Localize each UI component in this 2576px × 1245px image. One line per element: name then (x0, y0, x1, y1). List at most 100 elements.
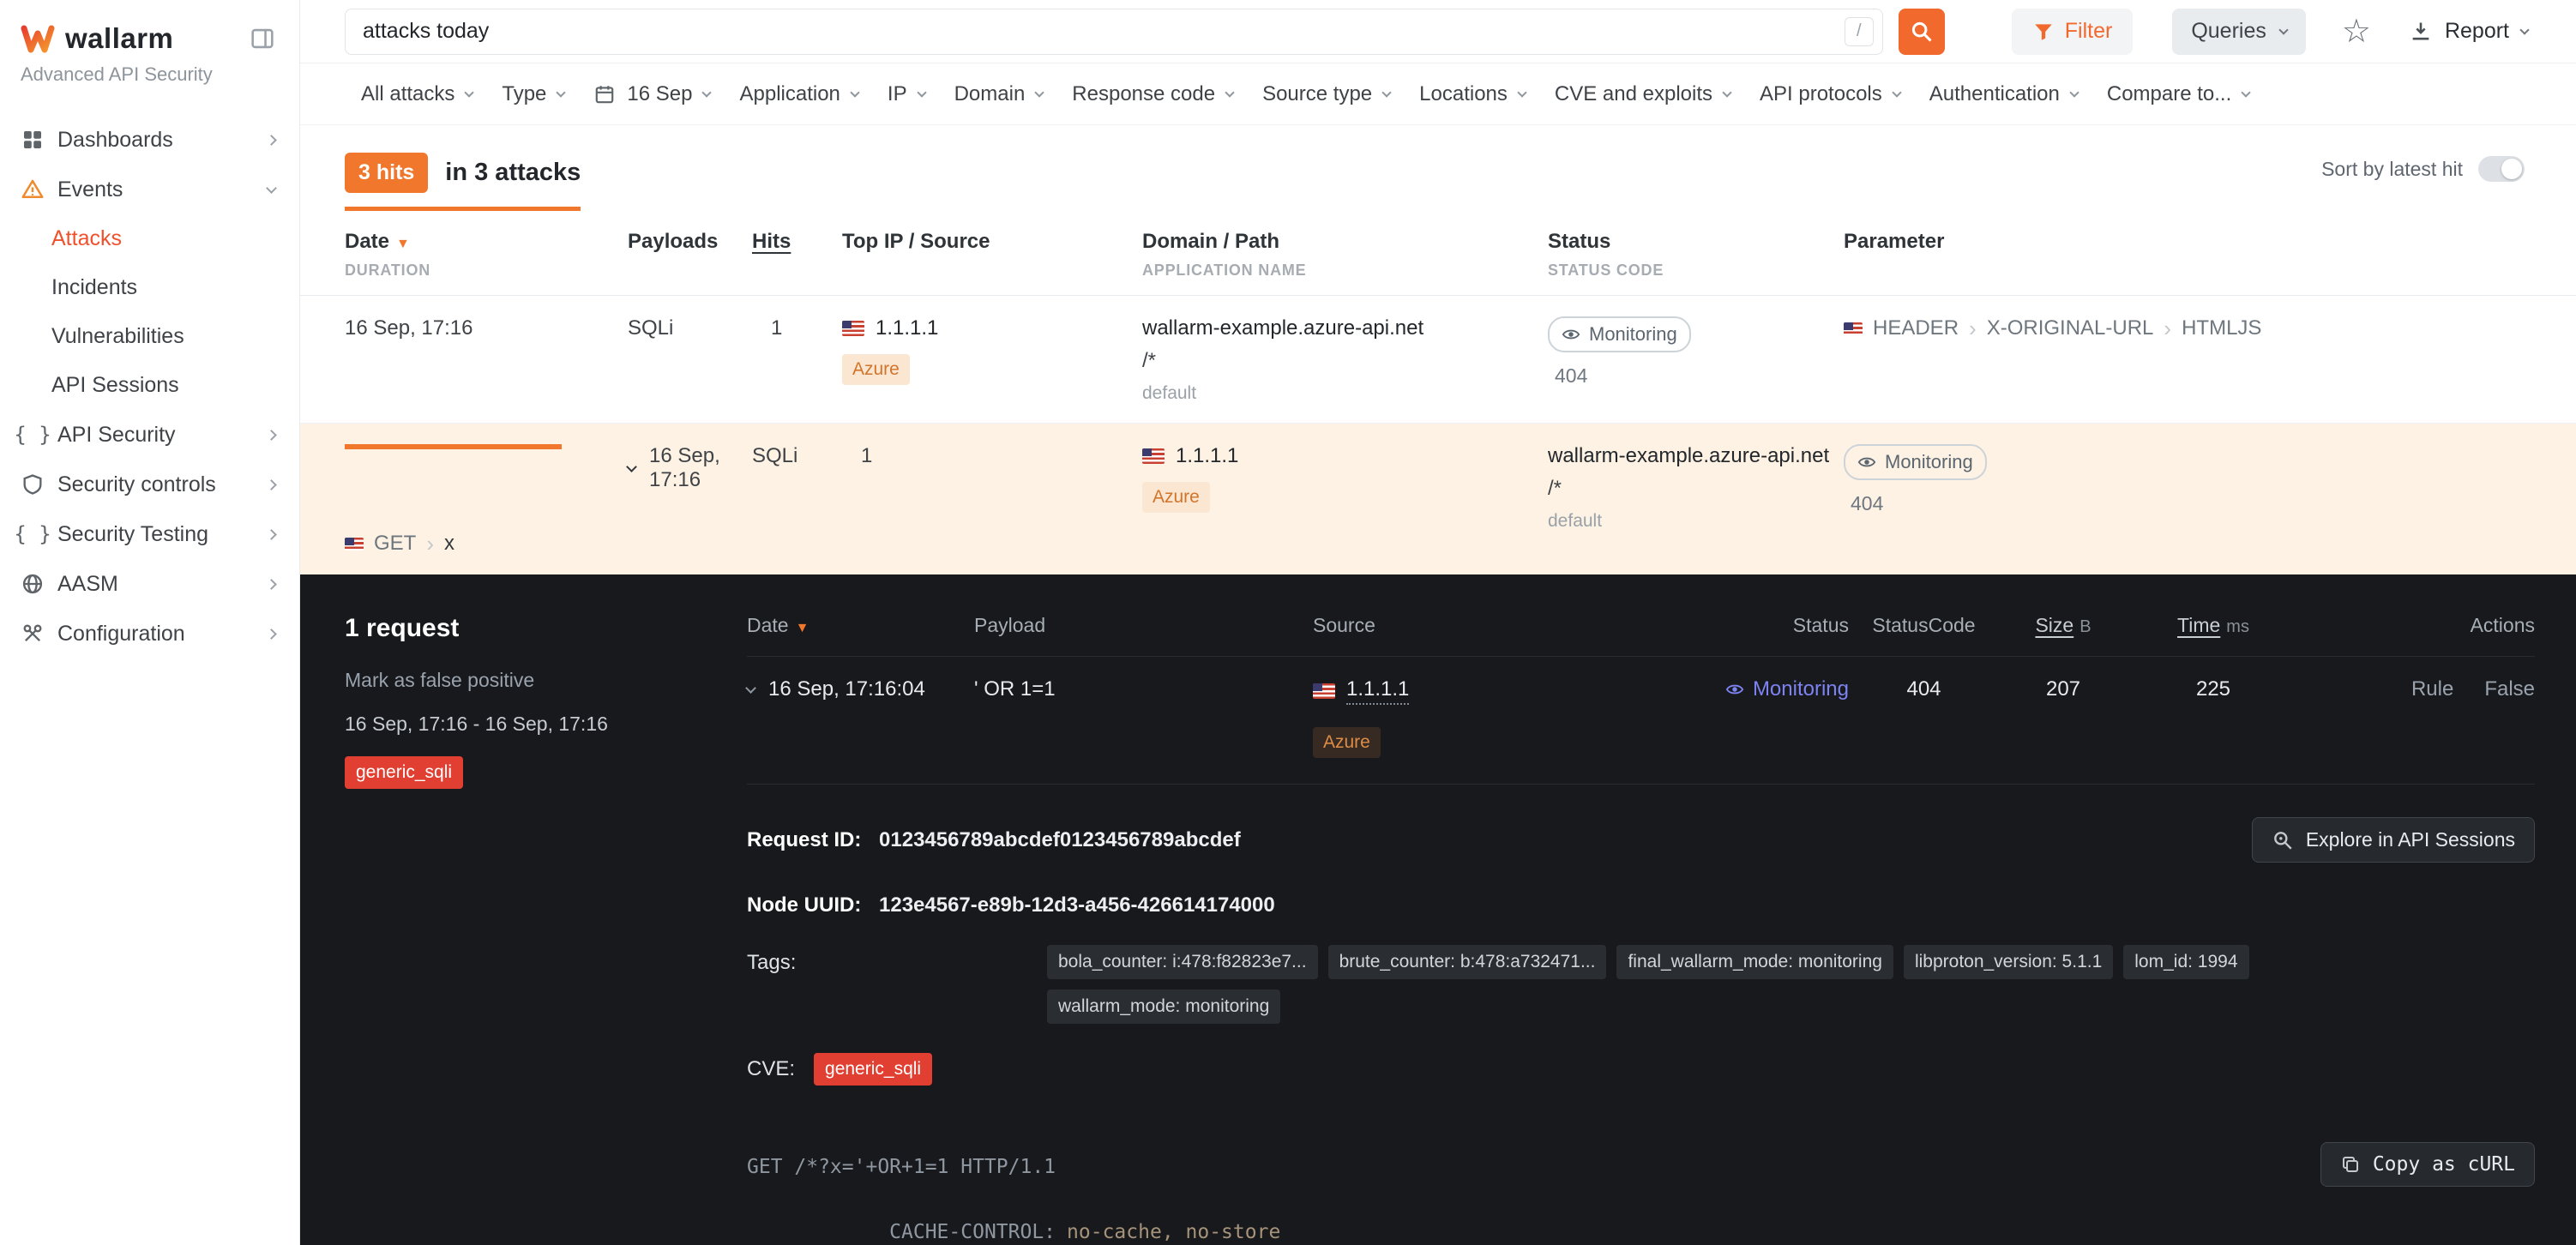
sidebar-item-security-controls[interactable]: Security controls (0, 460, 299, 509)
shortcut-key-hint: / (1845, 17, 1874, 46)
search-button[interactable] (1899, 9, 1945, 55)
copy-as-curl-button[interactable]: Copy as cURL (2320, 1142, 2535, 1187)
http-request-line: GET /*?x='+OR+1=1 HTTP/1.1 (747, 1154, 2535, 1181)
raw-request-section: Copy as cURL GET /*?x='+OR+1=1 HTTP/1.1 … (747, 1154, 2535, 1245)
shield-icon (19, 472, 46, 496)
attack-row-selected[interactable]: 16 Sep, 17:16 SQLi 1 1.1.1.1 Azure walla… (300, 424, 2576, 574)
attack-row[interactable]: 16 Sep, 17:16 SQLi 1 1.1.1.1 Azure walla… (300, 296, 2576, 424)
filter-chip-locations[interactable]: Locations (1405, 74, 1540, 115)
brand-name[interactable]: wallarm (65, 22, 173, 55)
source-tag-azure[interactable]: Azure (1142, 482, 1210, 513)
status-badge: Monitoring (1844, 444, 1987, 480)
calendar-icon (593, 83, 616, 105)
request-status: Monitoring (1707, 677, 1849, 701)
source-tag-azure[interactable]: Azure (1313, 727, 1381, 758)
request-payload: ' OR 1=1 (974, 677, 1313, 701)
col-header-time[interactable]: Timems (2128, 614, 2299, 637)
request-row[interactable]: 16 Sep, 17:16:04 ' OR 1=1 1.1.1.1 Azure (747, 657, 2535, 785)
filter-chip-authentication[interactable]: Authentication (1915, 74, 2092, 115)
filter-chip-date[interactable]: 16 Sep (579, 74, 725, 115)
filter-chip-response-code[interactable]: Response code (1057, 74, 1248, 115)
request-meta: Request ID: 0123456789abcdef0123456789ab… (747, 785, 2535, 1086)
attack-ip: 1.1.1.1 (876, 316, 938, 340)
filter-chip-source-type[interactable]: Source type (1248, 74, 1405, 115)
sidebar-item-api-sessions[interactable]: API Sessions (0, 361, 299, 410)
tag-chip: final_wallarm_mode: monitoring (1616, 945, 1893, 979)
sidebar: wallarm Advanced API Security Dashboards (0, 0, 300, 1245)
search-input[interactable] (363, 19, 1845, 44)
attack-payload: SQLi (752, 444, 842, 468)
request-count: 1 request (345, 614, 726, 643)
brand-subtitle: Advanced API Security (0, 55, 299, 86)
cve-tag: generic_sqli (814, 1053, 932, 1086)
cve-label: CVE: (747, 1057, 795, 1081)
sidebar-item-configuration[interactable]: Configuration (0, 609, 299, 659)
requests-table-header: Date▼ Payload Source Status StatusCode S… (747, 614, 2535, 657)
request-statuscode: 404 (1849, 677, 1999, 701)
sidebar-item-events[interactable]: Events (0, 165, 299, 214)
sidebar-item-incidents[interactable]: Incidents (0, 263, 299, 312)
chevron-down-icon[interactable] (626, 461, 637, 472)
request-date: 16 Sep, 17:16:04 (747, 677, 974, 701)
chevron-down-icon (850, 87, 859, 97)
search-box: / (345, 9, 1883, 55)
favorite-star-icon[interactable]: ☆ (2342, 15, 2371, 48)
hits-count-badge: 3 hits (345, 153, 428, 193)
sidebar-item-dashboards[interactable]: Dashboards (0, 115, 299, 165)
sidebar-item-api-security[interactable]: { } API Security (0, 410, 299, 460)
request-ip-link[interactable]: 1.1.1.1 (1346, 677, 1409, 705)
attack-date: 16 Sep, 17:16 (628, 444, 752, 492)
attack-payload: SQLi (628, 316, 752, 340)
node-uuid-row: Node UUID: 123e4567-e89b-12d3-a456-42661… (747, 893, 2535, 917)
col-header-hits[interactable]: Hits (752, 230, 842, 280)
download-icon (2409, 20, 2433, 44)
filter-chip-all-attacks[interactable]: All attacks (346, 74, 487, 115)
report-button[interactable]: Report (2409, 19, 2528, 44)
sort-desc-icon: ▼ (796, 621, 810, 635)
attacks-table-header: Date▼ DURATION Payloads Hits Top IP / So… (300, 211, 2576, 296)
filter-chip-ip[interactable]: IP (873, 74, 940, 115)
chevron-down-icon (917, 87, 926, 97)
rule-action[interactable]: Rule (2411, 677, 2453, 701)
col-header-size[interactable]: SizeB (1999, 614, 2128, 637)
sidebar-item-attacks[interactable]: Attacks (0, 214, 299, 263)
sidebar-item-label: Dashboards (57, 128, 173, 153)
chevron-down-icon[interactable] (745, 683, 756, 694)
chevron-down-icon (1892, 87, 1901, 97)
chevron-right-icon (266, 430, 277, 441)
filter-chip-compare-to[interactable]: Compare to... (2092, 74, 2264, 115)
col-header-date[interactable]: Date▼ DURATION (345, 230, 628, 280)
filter-chip-api-protocols[interactable]: API protocols (1745, 74, 1915, 115)
selected-date-highlight (345, 444, 562, 449)
chevron-down-icon (557, 87, 566, 97)
filter-chip-cve[interactable]: CVE and exploits (1540, 74, 1745, 115)
tag-chip: libproton_version: 5.1.1 (1904, 945, 2113, 979)
sidebar-item-security-testing[interactable]: { } Security Testing (0, 509, 299, 559)
security-testing-braces-icon: { } (19, 522, 46, 546)
filter-chip-domain[interactable]: Domain (940, 74, 1058, 115)
http-header-line: CACHE-CONTROL:no-cache, no-store (747, 1193, 2535, 1245)
sort-toggle[interactable] (2478, 156, 2525, 182)
filter-chip-application[interactable]: Application (725, 74, 872, 115)
sidebar-item-aasm[interactable]: AASM (0, 559, 299, 609)
attack-type-tag: generic_sqli (345, 756, 463, 789)
globe-icon (19, 572, 46, 596)
request-id-value: 0123456789abcdef0123456789abcdef (879, 828, 1241, 851)
sidebar-item-vulnerabilities[interactable]: Vulnerabilities (0, 312, 299, 361)
attack-domain: wallarm-example.azure-api.net (1548, 444, 1844, 468)
filter-chip-type[interactable]: Type (487, 74, 579, 115)
sidebar-item-label: Security Testing (57, 522, 208, 547)
queries-button[interactable]: Queries (2172, 9, 2306, 55)
wallarm-logo-icon[interactable] (21, 23, 55, 54)
status-badge: Monitoring (1548, 316, 1691, 352)
source-tag-azure[interactable]: Azure (842, 354, 910, 385)
explore-api-sessions-button[interactable]: Explore in API Sessions (2252, 817, 2535, 863)
col-header-date[interactable]: Date▼ (747, 614, 974, 637)
filter-button[interactable]: Filter (2012, 9, 2134, 55)
mark-false-positive-link[interactable]: Mark as false positive (345, 669, 726, 692)
collapse-sidebar-icon[interactable] (248, 24, 277, 53)
filter-bar: All attacks Type 16 Sep Application IP (300, 63, 2576, 125)
false-action[interactable]: False (2484, 677, 2535, 701)
request-id-row: Request ID: 0123456789abcdef0123456789ab… (747, 828, 1241, 852)
eye-icon (1562, 325, 1580, 344)
